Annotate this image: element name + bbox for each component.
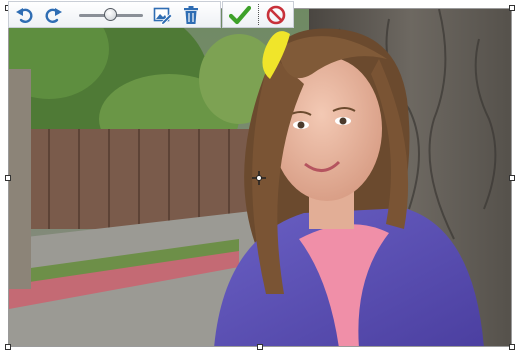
- image-toolbar: [8, 1, 221, 28]
- resize-handle-top-right[interactable]: [509, 5, 515, 11]
- edit-image-button[interactable]: [151, 4, 175, 26]
- accept-button[interactable]: [223, 2, 258, 27]
- resize-handle-bottom-middle[interactable]: [257, 344, 263, 350]
- rotate-right-icon: [45, 7, 62, 23]
- rotate-left-button[interactable]: [13, 4, 37, 26]
- confirm-toolbar: [222, 1, 294, 28]
- resize-handle-middle-left[interactable]: [5, 175, 11, 181]
- move-crosshair-icon[interactable]: [252, 171, 266, 185]
- edit-image-icon: [153, 7, 173, 25]
- delete-button[interactable]: [179, 4, 203, 26]
- zoom-slider-thumb[interactable]: [104, 7, 117, 21]
- rotate-left-icon: [16, 7, 33, 23]
- no-entry-icon: [266, 5, 286, 24]
- cancel-button[interactable]: [259, 2, 294, 27]
- zoom-slider[interactable]: [79, 4, 143, 26]
- resize-handle-bottom-left[interactable]: [5, 344, 11, 350]
- trash-icon: [184, 5, 198, 24]
- resize-handle-middle-right[interactable]: [509, 175, 515, 181]
- resize-handle-bottom-right[interactable]: [509, 344, 515, 350]
- checkmark-icon: [229, 5, 252, 24]
- rotate-right-button[interactable]: [41, 4, 65, 26]
